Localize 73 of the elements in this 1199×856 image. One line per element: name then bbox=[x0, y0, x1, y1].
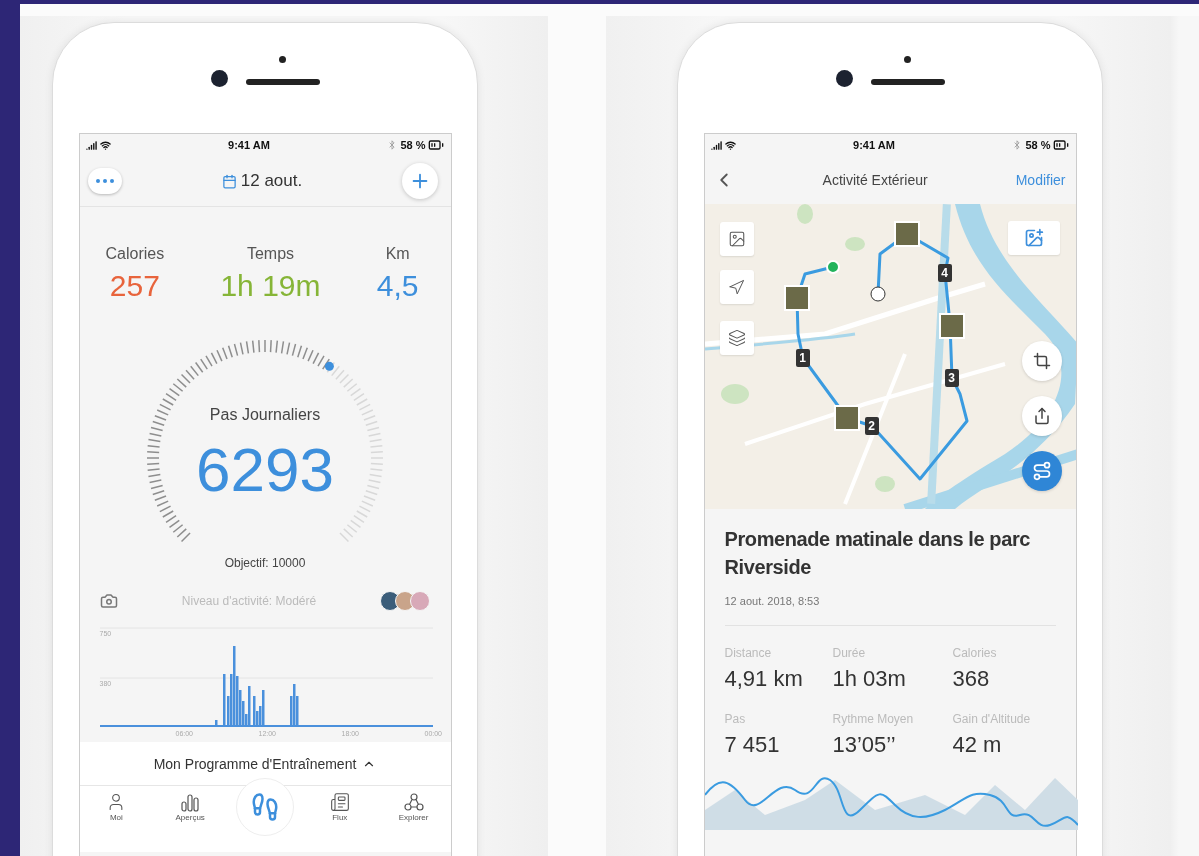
stat-label: Durée bbox=[832, 646, 867, 660]
screen-title: Activité Extérieur bbox=[822, 172, 928, 188]
signal-icon bbox=[710, 139, 722, 151]
network-icon bbox=[403, 792, 424, 812]
image-icon bbox=[727, 230, 746, 248]
phone-sensor bbox=[904, 55, 911, 63]
feed-icon bbox=[329, 792, 350, 812]
stat-value: 368 bbox=[952, 666, 991, 692]
phone-sensor bbox=[279, 55, 286, 63]
tab-item[interactable]: Explorer bbox=[385, 792, 442, 822]
battery-percent: 58 % bbox=[1025, 139, 1051, 151]
shoe-icon bbox=[250, 792, 280, 822]
crop-icon bbox=[1032, 352, 1051, 370]
signal-icon bbox=[85, 139, 97, 151]
stat-value: 4,5 bbox=[376, 269, 419, 303]
share-icon bbox=[1032, 407, 1051, 425]
photo-placeholder[interactable] bbox=[783, 285, 810, 311]
stat-label: Distance bbox=[724, 646, 773, 660]
phone-camera bbox=[835, 69, 853, 87]
date-button[interactable]: 12 aout. bbox=[221, 171, 303, 191]
tab-item[interactable]: Moi bbox=[88, 792, 145, 822]
chart-bar bbox=[214, 720, 217, 726]
layers-icon bbox=[727, 329, 746, 347]
add-photo-button[interactable] bbox=[1007, 221, 1060, 255]
photo-placeholder[interactable] bbox=[938, 313, 965, 339]
calendar-icon bbox=[221, 173, 237, 189]
stat-value: 42 m bbox=[952, 732, 1003, 758]
image-plus-icon bbox=[1023, 228, 1044, 248]
stat-value: 13’05’’ bbox=[832, 732, 897, 758]
goal-text: Objectif: 10000 bbox=[224, 556, 306, 570]
photo-button[interactable] bbox=[719, 222, 754, 256]
bluetooth-icon bbox=[1012, 140, 1023, 150]
navigation-button[interactable] bbox=[719, 270, 754, 304]
stat-value: 1h 19m bbox=[220, 269, 321, 303]
battery-percent: 58 % bbox=[400, 139, 426, 151]
route-icon bbox=[1031, 461, 1052, 481]
program-button[interactable]: Mon Programme d'Entraînement bbox=[79, 742, 451, 786]
activity-date: 12 aout. 2018, 8:53 bbox=[724, 595, 821, 607]
bluetooth-icon bbox=[387, 140, 398, 150]
more-icon bbox=[95, 179, 114, 183]
stat-label: Km bbox=[385, 245, 410, 263]
chat-button[interactable] bbox=[87, 168, 122, 194]
status-time: 9:41 AM bbox=[853, 139, 895, 151]
activity-title: Promenade matinale dans le parc Riverside bbox=[724, 527, 1031, 580]
stat-label: Gain d'Altitude bbox=[952, 712, 1032, 726]
stat-value: 7 451 bbox=[724, 732, 781, 758]
status-time: 9:41 AM bbox=[228, 139, 270, 151]
tab-item[interactable]: Aperçus bbox=[162, 792, 219, 822]
wifi-icon bbox=[99, 139, 111, 151]
stat-label: Calories bbox=[105, 245, 165, 263]
wifi-icon bbox=[724, 139, 736, 151]
layers-button[interactable] bbox=[719, 321, 754, 355]
photo-placeholder[interactable] bbox=[833, 405, 860, 431]
stat-value: 4,91 km bbox=[724, 666, 804, 692]
photo-placeholder[interactable] bbox=[893, 221, 920, 247]
battery-icon bbox=[428, 137, 445, 153]
activity-level: Niveau d'activité: Modéré bbox=[181, 594, 317, 608]
stat-label: Temps bbox=[246, 245, 295, 263]
navigation-arrow-icon bbox=[728, 278, 745, 296]
friend-avatars[interactable] bbox=[380, 591, 431, 611]
add-button[interactable] bbox=[402, 163, 439, 199]
tab-item[interactable]: Flux bbox=[311, 792, 368, 822]
stat-value: 1h 03m bbox=[832, 666, 907, 692]
stat-value: 257 bbox=[109, 269, 160, 303]
bar-chart-icon bbox=[180, 792, 201, 812]
camera-icon[interactable] bbox=[99, 592, 118, 610]
stat-label: Pas bbox=[724, 712, 747, 726]
phone-camera bbox=[210, 69, 228, 87]
stat-label: Calories bbox=[952, 646, 998, 660]
battery-icon bbox=[1053, 137, 1070, 153]
step-count: 6293 bbox=[196, 434, 334, 505]
gauge-label: Pas Journaliers bbox=[209, 406, 321, 424]
stat-label: Rythme Moyen bbox=[832, 712, 915, 726]
